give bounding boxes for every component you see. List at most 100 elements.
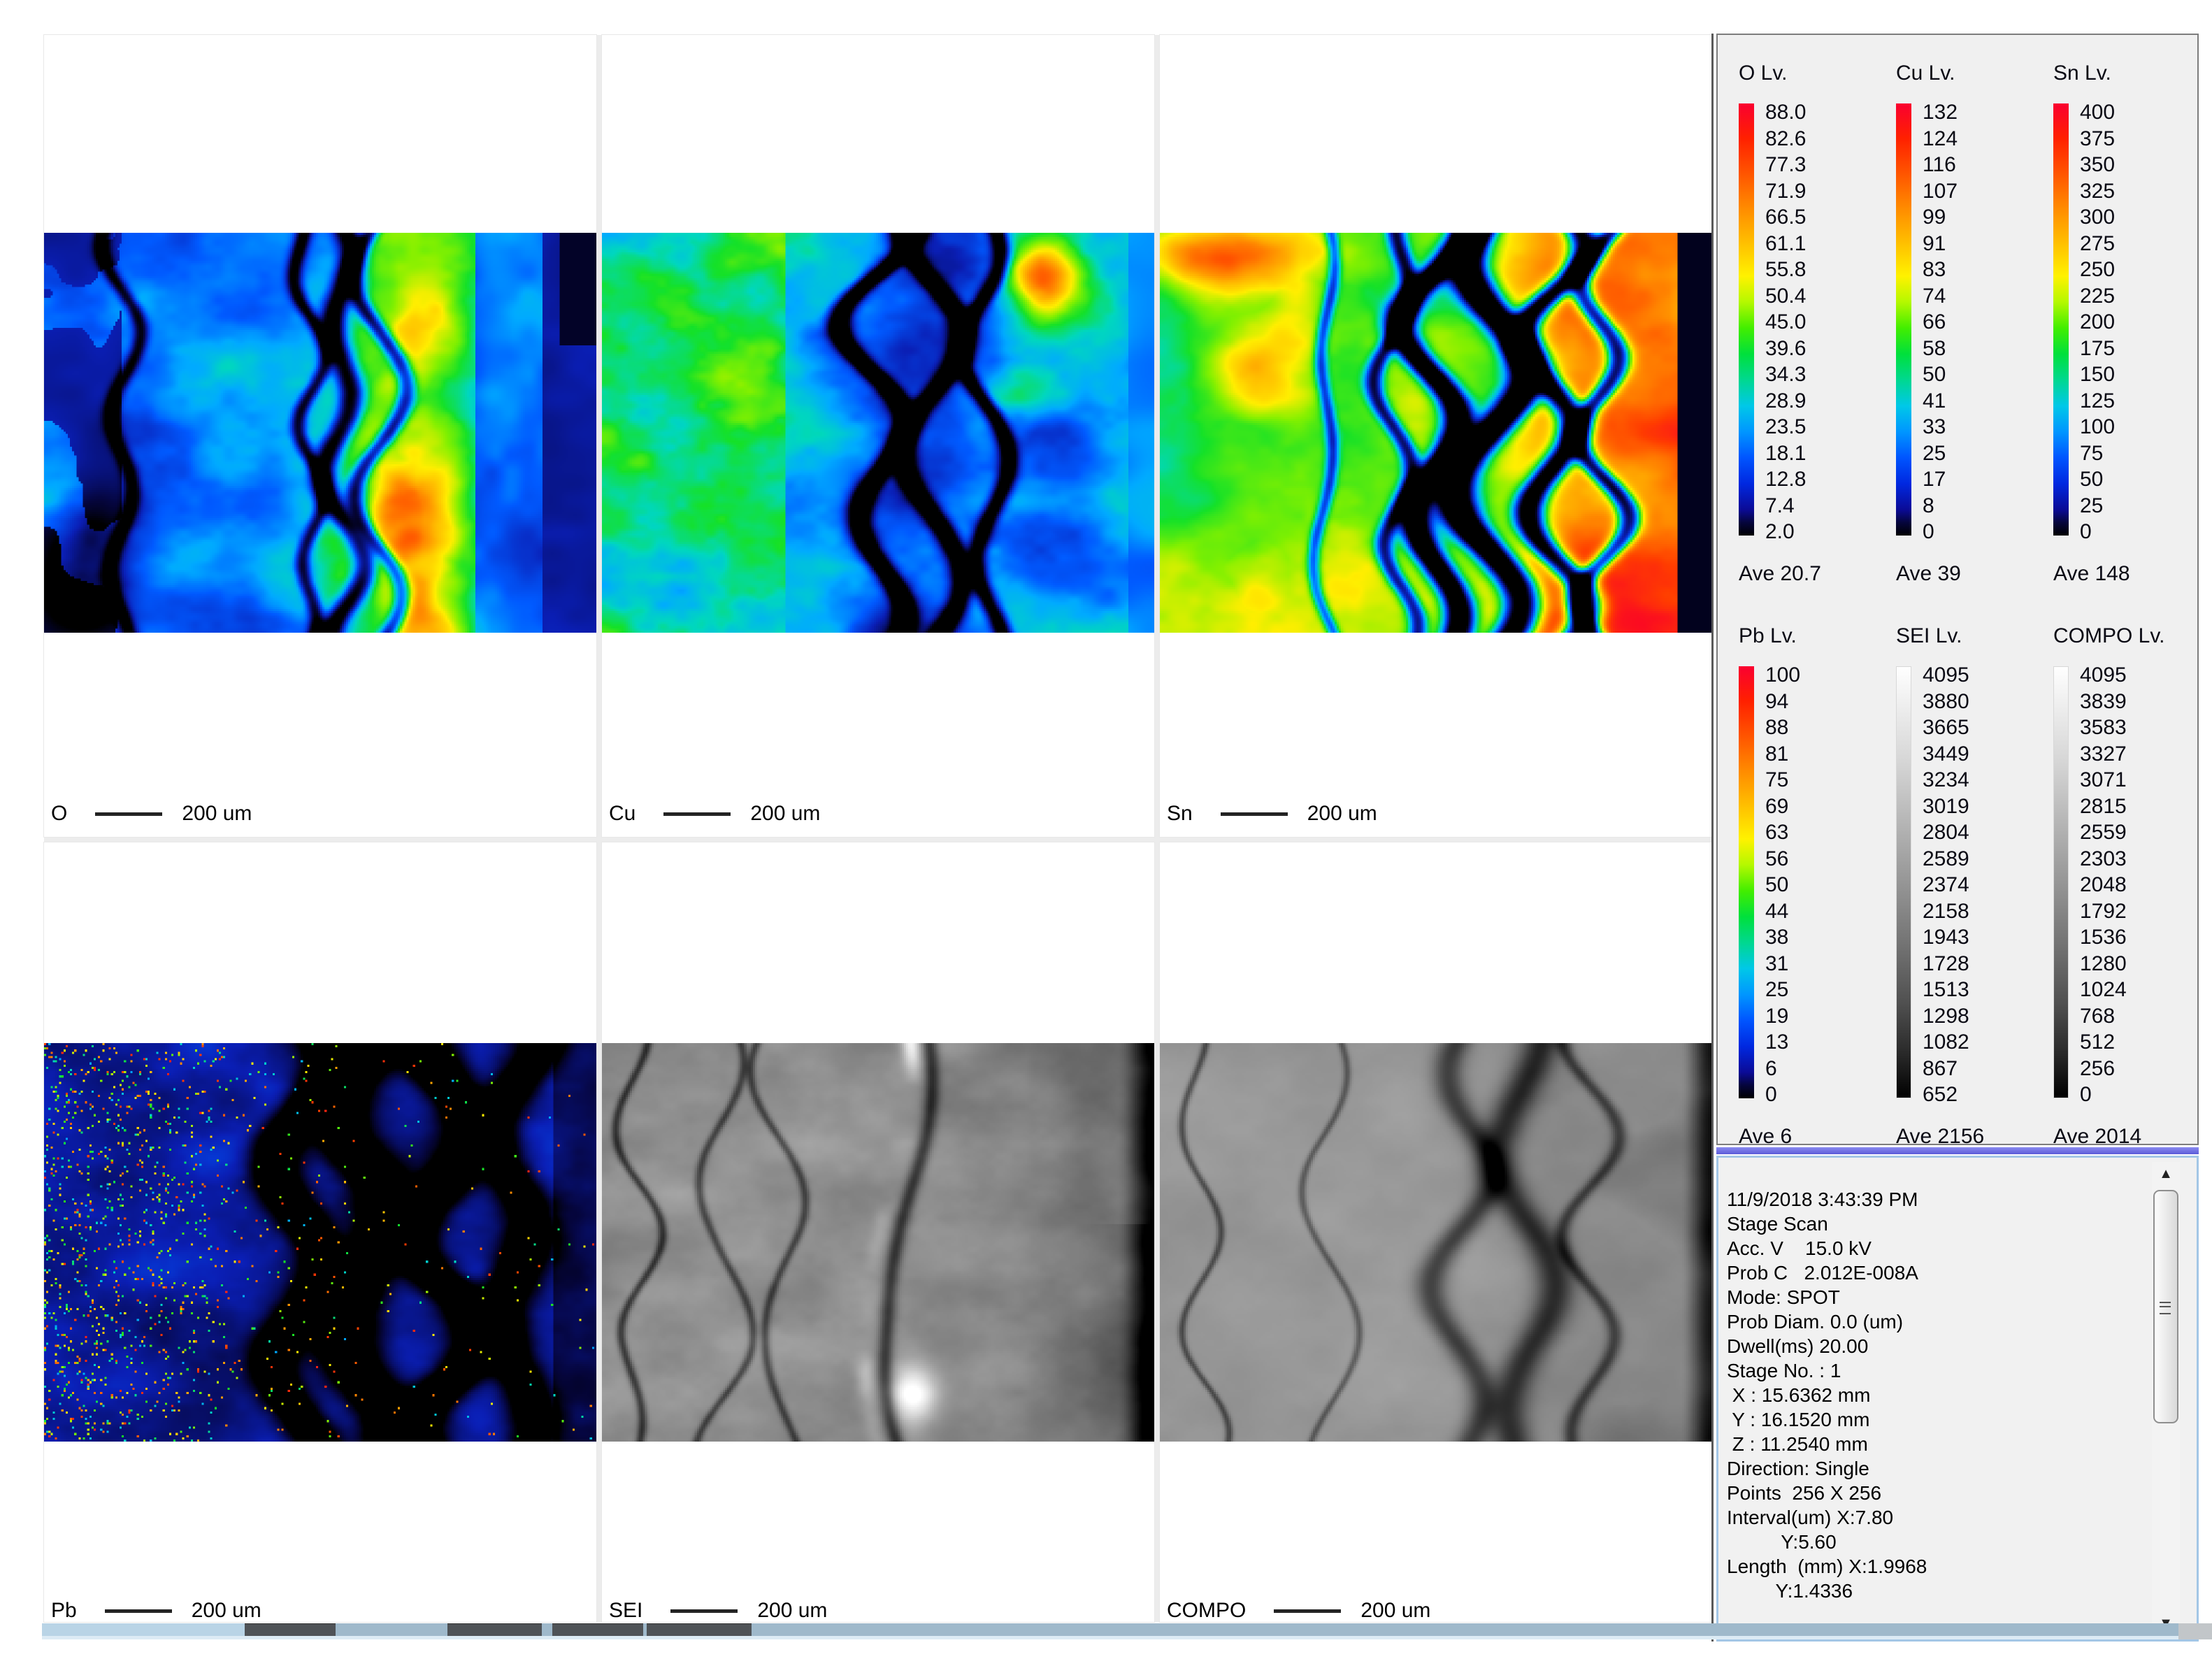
map-tile-cu[interactable]: Cu200 um bbox=[602, 35, 1154, 837]
legend-tick-value: 512 bbox=[2080, 1029, 2127, 1056]
legend-tick-value: 8 bbox=[1923, 493, 1958, 519]
legend-tick-value: 41 bbox=[1923, 388, 1958, 415]
legend-tick-value: 17 bbox=[1923, 466, 1958, 493]
legend-tick-value: 18.1 bbox=[1765, 440, 1806, 467]
legend-tick-value: 250 bbox=[2080, 257, 2115, 283]
map-label-sei: SEI200 um bbox=[609, 1598, 827, 1623]
legend-tick-value: 66 bbox=[1923, 309, 1958, 336]
scale-bar-line bbox=[1274, 1609, 1341, 1613]
legend-tick-value: 1513 bbox=[1923, 977, 1969, 1003]
legend-group-bottom: Pb Lv.100948881756963565044383125191360A… bbox=[1739, 624, 2211, 1149]
legend-tick-value: 2815 bbox=[2080, 793, 2127, 820]
legend-tick-value: 100 bbox=[2080, 414, 2115, 440]
legend-header: O Lv. bbox=[1739, 62, 1891, 85]
legend-tick-value: 325 bbox=[2080, 178, 2115, 205]
legend-tick-value: 77.3 bbox=[1765, 152, 1806, 178]
legend-tick-value: 1536 bbox=[2080, 924, 2127, 951]
map-tile-o[interactable]: O200 um bbox=[44, 35, 596, 837]
scroll-thumb[interactable] bbox=[2153, 1190, 2178, 1423]
map-grid: O200 umCu200 umSn200 umPb200 umSEI200 um… bbox=[44, 35, 1712, 1622]
legend-tick-value: 75 bbox=[1765, 767, 1800, 793]
legend-tick-value: 400 bbox=[2080, 99, 2115, 126]
legend-tick-value: 44 bbox=[1765, 898, 1800, 925]
map-label-o: O200 um bbox=[51, 801, 252, 826]
metadata-line: Points 256 X 256 bbox=[1727, 1481, 1927, 1505]
legend-tick-value: 3839 bbox=[2080, 689, 2127, 715]
legend-tick-value: 350 bbox=[2080, 152, 2115, 178]
map-image-pb bbox=[44, 1043, 596, 1442]
metadata-line: Mode: SPOT bbox=[1727, 1285, 1927, 1309]
legend-tick-value: 3327 bbox=[2080, 741, 2127, 768]
map-tile-pb[interactable]: Pb200 um bbox=[44, 842, 596, 1622]
legend-average: Ave 20.7 bbox=[1739, 562, 1891, 586]
scale-length-label: 200 um bbox=[750, 802, 820, 826]
map-image-cu bbox=[602, 233, 1154, 633]
legend-tick-value: 867 bbox=[1923, 1056, 1969, 1082]
legend-tick-value: 3071 bbox=[2080, 767, 2127, 793]
legend-average: Ave 39 bbox=[1896, 562, 2048, 586]
legend-tick-value: 275 bbox=[2080, 231, 2115, 257]
metadata-line: Z : 11.2540 mm bbox=[1727, 1432, 1927, 1456]
legend-colorbar-rainbow bbox=[1896, 103, 1911, 536]
legend-tick-value: 50 bbox=[1923, 361, 1958, 388]
metadata-line: Y:5.60 bbox=[1727, 1530, 1927, 1554]
metadata-line: Stage No. : 1 bbox=[1727, 1358, 1927, 1383]
legend-tick-value: 116 bbox=[1923, 152, 1958, 178]
bottom-edge-highlight bbox=[42, 1636, 2212, 1639]
map-element-name: COMPO bbox=[1167, 1599, 1246, 1623]
legend-colorbar-gray bbox=[1896, 666, 1911, 1098]
legend-tick-value: 225 bbox=[2080, 283, 2115, 310]
app-window: O200 umCu200 umSn200 umPb200 umSEI200 um… bbox=[0, 0, 2212, 1659]
map-label-pb: Pb200 um bbox=[51, 1598, 261, 1623]
legend-tick-value: 19 bbox=[1765, 1003, 1800, 1030]
legend-tick-value: 132 bbox=[1923, 99, 1958, 126]
legend-tick-value: 39.6 bbox=[1765, 336, 1806, 362]
scroll-up-icon[interactable]: ▲ bbox=[2152, 1162, 2180, 1186]
scrollbar[interactable]: ▲ ▼ bbox=[2152, 1162, 2180, 1635]
map-image-o bbox=[44, 233, 596, 633]
legend-column-o: O Lv.88.082.677.371.966.561.155.850.445.… bbox=[1739, 62, 1891, 586]
legend-tick-value: 1943 bbox=[1923, 924, 1969, 951]
map-tile-sei[interactable]: SEI200 um bbox=[602, 842, 1154, 1622]
legend-tick-value: 25 bbox=[2080, 493, 2115, 519]
legend-tick-value: 0 bbox=[1923, 519, 1958, 545]
legend-group-top: O Lv.88.082.677.371.966.561.155.850.445.… bbox=[1739, 62, 2211, 586]
legend-tick-value: 0 bbox=[2080, 1082, 2127, 1108]
legend-tick-value: 34.3 bbox=[1765, 361, 1806, 388]
legend-tick-value: 3583 bbox=[2080, 714, 2127, 741]
legend-tick-value: 7.4 bbox=[1765, 493, 1806, 519]
metadata-line: Y : 16.1520 mm bbox=[1727, 1407, 1927, 1432]
legend-header: Pb Lv. bbox=[1739, 624, 1891, 648]
map-element-name: O bbox=[51, 802, 67, 826]
legend-tick-value: 1298 bbox=[1923, 1003, 1969, 1030]
legend-tick-value: 38 bbox=[1765, 924, 1800, 951]
legend-column-cu: Cu Lv.1321241161079991837466585041332517… bbox=[1896, 62, 2048, 586]
legend-tick-value: 100 bbox=[1765, 662, 1800, 689]
legend-tick-value: 50.4 bbox=[1765, 283, 1806, 310]
map-element-name: SEI bbox=[609, 1599, 642, 1623]
legend-tick-value: 88.0 bbox=[1765, 99, 1806, 126]
map-image-sn bbox=[1160, 233, 1712, 633]
scroll-grip-icon bbox=[2160, 1302, 2171, 1314]
legend-tick-value: 6 bbox=[1765, 1056, 1800, 1082]
map-tile-compo[interactable]: COMPO200 um bbox=[1160, 842, 1712, 1622]
scale-bar-line bbox=[95, 812, 162, 816]
metadata-panel: 11/9/2018 3:43:39 PMStage ScanAcc. V 15.… bbox=[1716, 1156, 2199, 1642]
bottom-edge-segment bbox=[447, 1623, 542, 1637]
legend-tick-value: 58 bbox=[1923, 336, 1958, 362]
map-image-sei bbox=[602, 1043, 1154, 1442]
legend-tick-value: 375 bbox=[2080, 126, 2115, 152]
legend-tick-value: 63 bbox=[1765, 819, 1800, 846]
legend-colorbar-rainbow bbox=[2053, 103, 2069, 536]
legend-header: COMPO Lv. bbox=[2053, 624, 2206, 648]
resize-grip[interactable] bbox=[2178, 1623, 2212, 1639]
legend-tick-value: 61.1 bbox=[1765, 231, 1806, 257]
metadata-line: Prob Diam. 0.0 (um) bbox=[1727, 1309, 1927, 1334]
map-tile-sn[interactable]: Sn200 um bbox=[1160, 35, 1712, 837]
legend-tick-value: 45.0 bbox=[1765, 309, 1806, 336]
legend-tick-value: 2158 bbox=[1923, 898, 1969, 925]
legend-tick-value: 50 bbox=[2080, 466, 2115, 493]
legend-tick-value: 81 bbox=[1765, 741, 1800, 768]
legend-tick-value: 2559 bbox=[2080, 819, 2127, 846]
legend-tick-value: 3234 bbox=[1923, 767, 1969, 793]
